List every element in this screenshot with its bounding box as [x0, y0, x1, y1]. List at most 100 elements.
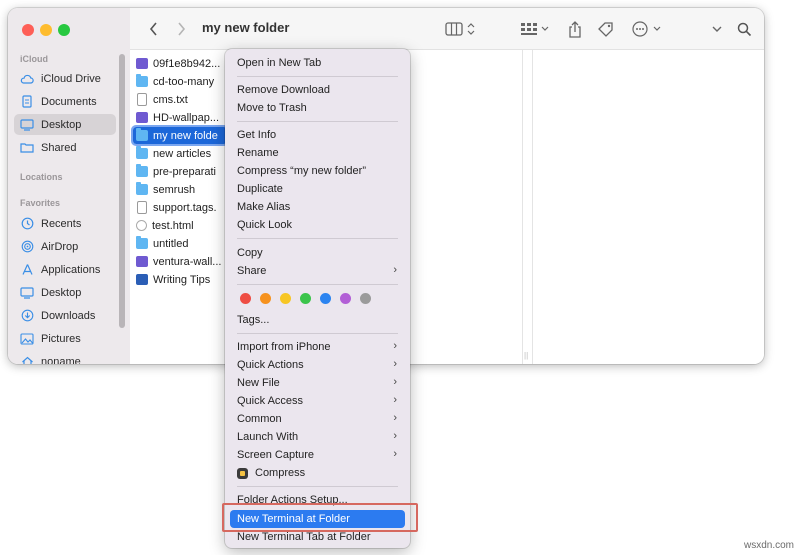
menu-item-tags[interactable]: Tags...	[230, 311, 405, 329]
airdrop-icon	[20, 240, 34, 254]
folder-icon	[136, 236, 148, 249]
menu-item-quick-access[interactable]: Quick Access ›	[230, 392, 405, 410]
file-item[interactable]: untitled	[136, 235, 228, 252]
sidebar-item-home[interactable]: noname	[14, 351, 116, 364]
sidebar-item-desktop-favorite[interactable]: Desktop	[14, 282, 116, 303]
tag-color-gray[interactable]	[360, 293, 371, 304]
menu-item-compress[interactable]: Compress	[230, 464, 405, 482]
zoom-window-button[interactable]	[58, 24, 70, 36]
menu-separator	[237, 121, 398, 122]
menu-separator	[237, 76, 398, 77]
file-name: new articles	[153, 147, 212, 160]
menu-item-copy[interactable]: Copy	[230, 244, 405, 262]
screen: iCloud iCloud Drive Documents Desktop Sh…	[0, 0, 800, 555]
menu-item-label: Compress	[255, 467, 306, 479]
sidebar-item-airdrop[interactable]: AirDrop	[14, 236, 116, 257]
sidebar-item-pictures[interactable]: Pictures	[14, 328, 116, 349]
menu-item-new-file[interactable]: New File ›	[230, 374, 405, 392]
file-item[interactable]: new articles	[136, 145, 228, 162]
tag-color-purple[interactable]	[340, 293, 351, 304]
file-item[interactable]: pre-preparati	[136, 163, 228, 180]
text-file-icon	[137, 93, 147, 106]
menu-item-share[interactable]: Share ›	[230, 262, 405, 280]
chevron-right-icon: ›	[393, 430, 397, 442]
sidebar-scrollbar[interactable]	[119, 54, 125, 328]
minimize-window-button[interactable]	[40, 24, 52, 36]
file-name: my new folde	[153, 129, 218, 142]
menu-item-get-info[interactable]: Get Info	[230, 126, 405, 144]
menu-item-quick-actions[interactable]: Quick Actions ›	[230, 356, 405, 374]
menu-separator	[237, 238, 398, 239]
sidebar-item-applications[interactable]: Applications	[14, 259, 116, 280]
sidebar-item-label: Documents	[41, 95, 97, 108]
chevron-right-icon: ›	[393, 412, 397, 424]
menu-item-label: Import from iPhone	[237, 341, 331, 353]
file-item[interactable]: test.html	[136, 217, 228, 234]
file-item[interactable]: ventura-wall...	[136, 253, 228, 270]
chevron-right-icon: ›	[393, 376, 397, 388]
chevron-right-icon: ›	[393, 340, 397, 352]
file-item[interactable]: HD-wallpap...	[136, 109, 228, 126]
sidebar: iCloud iCloud Drive Documents Desktop Sh…	[8, 8, 130, 364]
search-button[interactable]	[736, 19, 752, 39]
more-toolbar-button[interactable]	[710, 19, 724, 39]
menu-item-make-alias[interactable]: Make Alias	[230, 198, 405, 216]
file-name: Writing Tips	[153, 273, 211, 286]
sidebar-item-downloads[interactable]: Downloads	[14, 305, 116, 326]
file-item[interactable]: Writing Tips	[136, 271, 228, 288]
pictures-icon	[20, 332, 34, 346]
file-item[interactable]: cms.txt	[136, 91, 228, 108]
sidebar-item-label: Downloads	[41, 309, 96, 322]
sidebar-item-recents[interactable]: Recents	[14, 213, 116, 234]
share-button[interactable]	[567, 19, 583, 39]
menu-item-label: Copy	[237, 247, 263, 259]
image-file-icon	[136, 112, 148, 123]
menu-item-compress-folder[interactable]: Compress “my new folder”	[230, 162, 405, 180]
file-name: support.tags.	[153, 201, 217, 214]
menu-item-remove-download[interactable]: Remove Download	[230, 81, 405, 99]
desktop-icon	[20, 118, 34, 132]
forward-button[interactable]	[174, 19, 188, 39]
back-button[interactable]	[146, 19, 160, 39]
menu-item-launch-with[interactable]: Launch With ›	[230, 428, 405, 446]
column-divider	[522, 50, 523, 364]
sidebar-item-documents[interactable]: Documents	[14, 91, 116, 112]
menu-item-duplicate[interactable]: Duplicate	[230, 180, 405, 198]
sidebar-item-desktop[interactable]: Desktop	[14, 114, 116, 135]
menu-separator	[237, 284, 398, 285]
sidebar-item-shared[interactable]: Shared	[14, 137, 116, 158]
html-file-icon	[136, 220, 147, 231]
column-resize-handle[interactable]: ||	[524, 351, 528, 360]
menu-item-move-to-trash[interactable]: Move to Trash	[230, 99, 405, 117]
action-menu-button[interactable]	[630, 19, 664, 39]
sidebar-item-label: noname	[41, 355, 81, 365]
file-item[interactable]: semrush	[136, 181, 228, 198]
close-window-button[interactable]	[22, 24, 34, 36]
group-by-button[interactable]	[519, 19, 551, 39]
menu-item-rename[interactable]: Rename	[230, 144, 405, 162]
menu-item-common[interactable]: Common ›	[230, 410, 405, 428]
tag-color-green[interactable]	[300, 293, 311, 304]
tags-button[interactable]	[596, 19, 616, 39]
file-item[interactable]: support.tags.	[136, 199, 228, 216]
menu-item-label: Common	[237, 413, 282, 425]
file-item[interactable]: cd-too-many	[136, 73, 228, 90]
tag-color-orange[interactable]	[260, 293, 271, 304]
tag-color-yellow[interactable]	[280, 293, 291, 304]
sidebar-item-icloud-drive[interactable]: iCloud Drive	[14, 68, 116, 89]
context-menu: Open in New Tab Remove Download Move to …	[225, 49, 410, 548]
file-name: pre-preparati	[153, 165, 216, 178]
file-name: cd-too-many	[153, 75, 215, 88]
menu-item-import-from-iphone[interactable]: Import from iPhone ›	[230, 338, 405, 356]
menu-item-quick-look[interactable]: Quick Look	[230, 216, 405, 234]
file-item[interactable]: 09f1e8b942...	[136, 55, 228, 72]
tag-color-red[interactable]	[240, 293, 251, 304]
chevron-right-icon: ›	[393, 358, 397, 370]
file-name: ventura-wall...	[153, 255, 222, 268]
menu-item-label: Duplicate	[237, 183, 283, 195]
view-mode-button[interactable]	[444, 19, 478, 39]
file-item-selected[interactable]: my new folde	[131, 125, 229, 146]
menu-item-open-in-new-tab[interactable]: Open in New Tab	[230, 54, 405, 72]
tag-color-blue[interactable]	[320, 293, 331, 304]
menu-item-screen-capture[interactable]: Screen Capture ›	[230, 446, 405, 464]
